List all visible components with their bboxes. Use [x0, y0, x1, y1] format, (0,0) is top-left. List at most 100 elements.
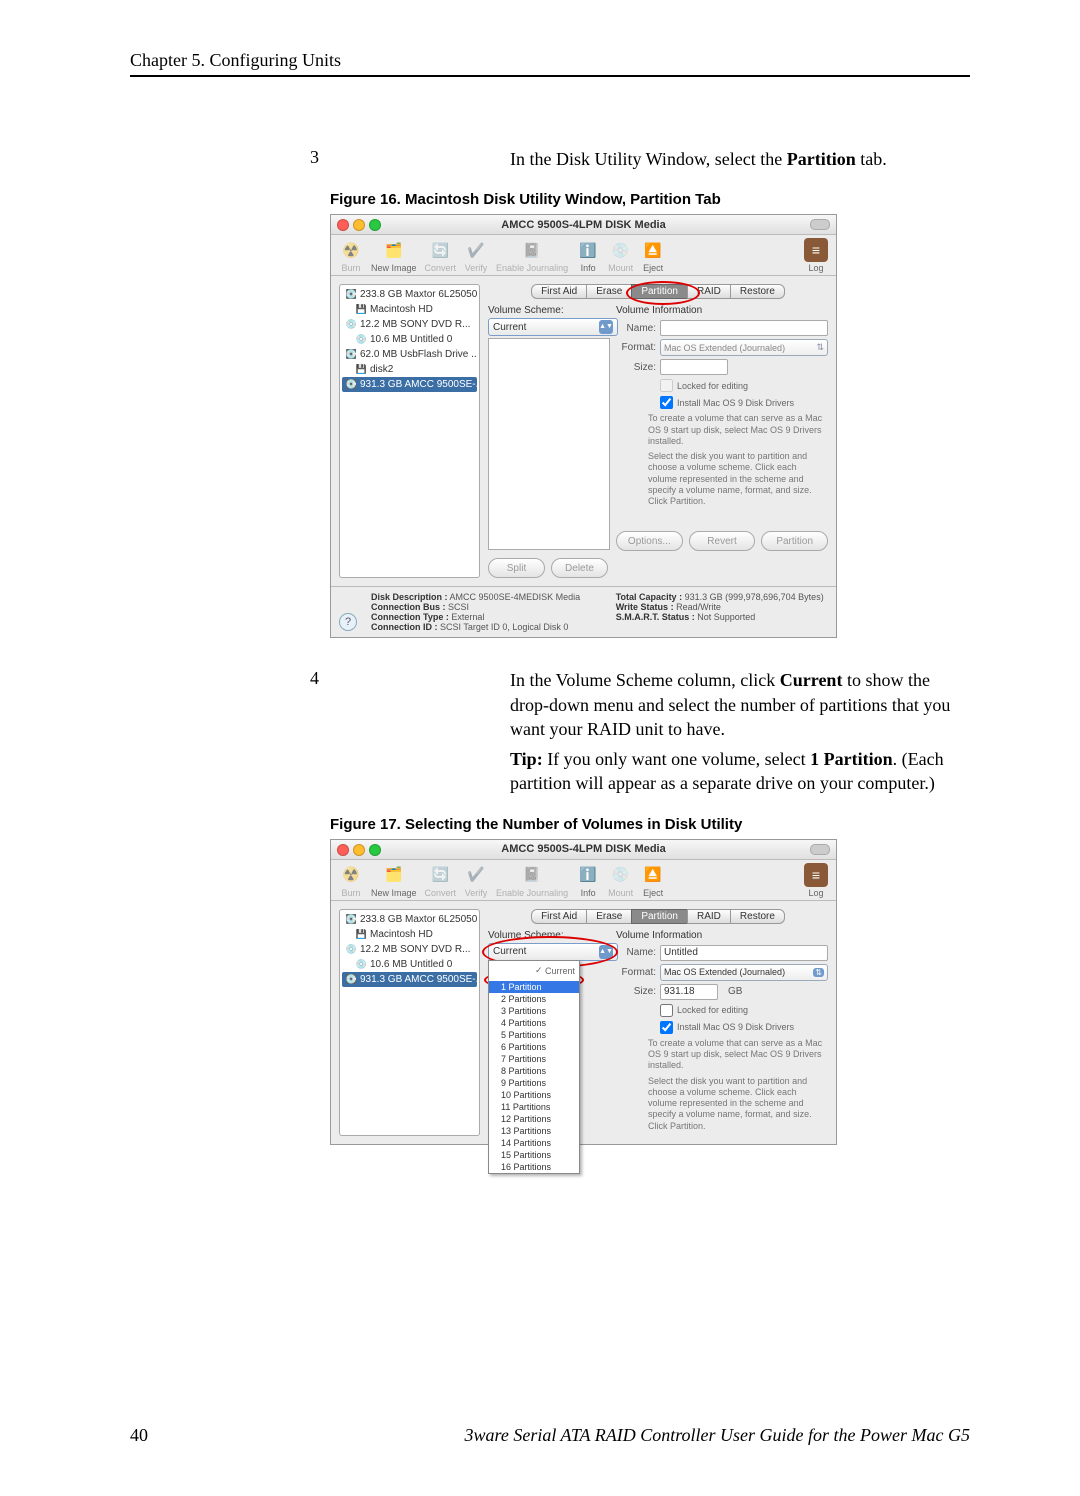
disk-sidebar[interactable]: 💽233.8 GB Maxtor 6L25050 💾Macintosh HD 💿…: [339, 284, 480, 578]
window-titlebar[interactable]: AMCC 9500S-4LPM DISK Media: [331, 840, 836, 860]
scheme-option-13[interactable]: 13 Partitions: [489, 1125, 579, 1137]
sidebar-volume-disk2[interactable]: 💾disk2: [342, 362, 477, 377]
tab-partition[interactable]: Partition: [631, 284, 688, 299]
toolbar-toggle-icon[interactable]: [810, 844, 830, 855]
volume-scheme-select[interactable]: Current ▲▼: [488, 943, 618, 961]
toolbar: ☢️Burn 🗂️New Image 🔄Convert ✔️Verify 📓En…: [331, 860, 836, 901]
toolbar-new-image[interactable]: 🗂️New Image: [371, 863, 417, 898]
scheme-option-8[interactable]: 8 Partitions: [489, 1065, 579, 1077]
toolbar-convert: 🔄Convert: [425, 238, 457, 273]
scheme-option-5[interactable]: 5 Partitions: [489, 1029, 579, 1041]
disk-info-footer: Disk Description : AMCC 9500SE-4MEDISK M…: [331, 586, 836, 637]
tab-erase[interactable]: Erase: [586, 284, 632, 299]
sidebar-volume-macintosh-hd[interactable]: 💾Macintosh HD: [342, 927, 477, 942]
volume-scheme-dropdown[interactable]: Current 1 Partition 2 Partitions 3 Parti…: [488, 960, 580, 1174]
zoom-icon[interactable]: [369, 844, 381, 856]
delete-button: Delete: [551, 558, 608, 578]
sidebar-disk-amcc-selected[interactable]: 💽931.3 GB AMCC 9500SE-...: [342, 377, 477, 392]
tab-first-aid[interactable]: First Aid: [531, 284, 587, 299]
minimize-icon[interactable]: [353, 844, 365, 856]
minimize-icon[interactable]: [353, 219, 365, 231]
scheme-option-16[interactable]: 16 Partitions: [489, 1161, 579, 1173]
toolbar-burn: ☢️Burn: [339, 238, 363, 273]
tab-erase[interactable]: Erase: [586, 909, 632, 924]
toolbar-info[interactable]: ℹ️Info: [576, 238, 600, 273]
step-4-number: 4: [130, 668, 510, 795]
tab-raid[interactable]: RAID: [687, 284, 731, 299]
step-4-body: In the Volume Scheme column, click Curre…: [510, 668, 970, 795]
step-3-body: In the Disk Utility Window, select the P…: [510, 147, 970, 171]
size-field[interactable]: 931.18: [660, 984, 718, 1000]
zoom-icon[interactable]: [369, 219, 381, 231]
volume-scheme-select[interactable]: Current ▲▼: [488, 318, 618, 336]
sidebar-optical-sony[interactable]: 💿12.2 MB SONY DVD R...: [342, 317, 477, 332]
options-button[interactable]: Options...: [616, 531, 683, 551]
toolbar-eject[interactable]: ⏏️Eject: [641, 238, 665, 273]
step-4: 4 In the Volume Scheme column, click Cur…: [130, 668, 970, 795]
size-field[interactable]: [660, 359, 728, 375]
figure16-caption: Figure 16. Macintosh Disk Utility Window…: [330, 191, 970, 208]
tab-restore[interactable]: Restore: [730, 909, 785, 924]
scheme-option-2[interactable]: 2 Partitions: [489, 993, 579, 1005]
scheme-option-3[interactable]: 3 Partitions: [489, 1005, 579, 1017]
tab-partition[interactable]: Partition: [631, 909, 688, 924]
window-title: AMCC 9500S-4LPM DISK Media: [501, 843, 665, 855]
sidebar-usb-flash[interactable]: 💽62.0 MB UsbFlash Drive ...: [342, 347, 477, 362]
scheme-option-current[interactable]: Current: [533, 965, 579, 977]
sidebar-optical-sony[interactable]: 💿12.2 MB SONY DVD R...: [342, 942, 477, 957]
step-3: 3 In the Disk Utility Window, select the…: [130, 147, 970, 171]
format-select[interactable]: Mac OS Extended (Journaled)⇅: [660, 964, 828, 981]
close-icon[interactable]: [337, 844, 349, 856]
scheme-option-14[interactable]: 14 Partitions: [489, 1137, 579, 1149]
volume-scheme-canvas[interactable]: [488, 338, 610, 550]
name-field[interactable]: Untitled: [660, 945, 828, 961]
scheme-option-4[interactable]: 4 Partitions: [489, 1017, 579, 1029]
toolbar-log[interactable]: ≡Log: [804, 863, 828, 898]
page-header: Chapter 5. Configuring Units: [130, 50, 970, 71]
toolbar-info[interactable]: ℹ️Info: [576, 863, 600, 898]
sidebar-disk-amcc-selected[interactable]: 💽931.3 GB AMCC 9500SE-...: [342, 972, 477, 987]
toolbar-log[interactable]: ≡Log: [804, 238, 828, 273]
scheme-option-11[interactable]: 11 Partitions: [489, 1101, 579, 1113]
figure16-disk-utility-window: AMCC 9500S-4LPM DISK Media ☢️Burn 🗂️New …: [330, 214, 837, 638]
sidebar-volume-macintosh-hd[interactable]: 💾Macintosh HD: [342, 302, 477, 317]
toolbar-burn: ☢️Burn: [339, 863, 363, 898]
disk-sidebar[interactable]: 💽233.8 GB Maxtor 6L25050 💾Macintosh HD 💿…: [339, 909, 480, 1136]
tab-bar: First Aid Erase Partition RAID Restore: [488, 284, 828, 299]
scheme-option-12[interactable]: 12 Partitions: [489, 1113, 579, 1125]
scheme-option-9[interactable]: 9 Partitions: [489, 1077, 579, 1089]
scheme-option-10[interactable]: 10 Partitions: [489, 1089, 579, 1101]
step-3-number: 3: [130, 147, 510, 171]
close-icon[interactable]: [337, 219, 349, 231]
toolbar-new-image[interactable]: 🗂️New Image: [371, 238, 417, 273]
scheme-option-6[interactable]: 6 Partitions: [489, 1041, 579, 1053]
size-unit: GB: [728, 986, 742, 997]
scheme-option-15[interactable]: 15 Partitions: [489, 1149, 579, 1161]
sidebar-disk-maxtor[interactable]: 💽233.8 GB Maxtor 6L25050: [342, 287, 477, 302]
chevron-updown-icon: ▲▼: [599, 945, 613, 959]
toolbar-enable-journaling: 📓Enable Journaling: [496, 863, 568, 898]
tab-restore[interactable]: Restore: [730, 284, 785, 299]
tab-first-aid[interactable]: First Aid: [531, 909, 587, 924]
format-select[interactable]: Mac OS Extended (Journaled)⇅: [660, 339, 828, 356]
sidebar-disk-maxtor[interactable]: 💽233.8 GB Maxtor 6L25050: [342, 912, 477, 927]
name-field[interactable]: [660, 320, 828, 336]
partition-instructions: Select the disk you want to partition an…: [648, 451, 828, 507]
window-titlebar[interactable]: AMCC 9500S-4LPM DISK Media: [331, 215, 836, 235]
scheme-option-7[interactable]: 7 Partitions: [489, 1053, 579, 1065]
page-number: 40: [130, 1425, 148, 1446]
scheme-option-1[interactable]: 1 Partition: [489, 981, 579, 993]
volume-scheme-label: Volume Scheme:: [488, 305, 608, 316]
os9-note: To create a volume that can serve as a M…: [648, 1038, 828, 1072]
sidebar-volume-untitled[interactable]: 💿10.6 MB Untitled 0: [342, 332, 477, 347]
tab-raid[interactable]: RAID: [687, 909, 731, 924]
toolbar-eject[interactable]: ⏏️Eject: [641, 863, 665, 898]
sidebar-volume-untitled[interactable]: 💿10.6 MB Untitled 0: [342, 957, 477, 972]
install-os9-checkbox[interactable]: Install Mac OS 9 Disk Drivers: [660, 396, 828, 409]
install-os9-checkbox[interactable]: Install Mac OS 9 Disk Drivers: [660, 1021, 828, 1034]
locked-checkbox[interactable]: Locked for editing: [660, 1004, 828, 1017]
footer-doc-title: 3ware Serial ATA RAID Controller User Gu…: [465, 1425, 970, 1446]
chevron-updown-icon: ⇅: [813, 968, 824, 977]
toolbar-toggle-icon[interactable]: [810, 219, 830, 230]
figure17-caption: Figure 17. Selecting the Number of Volum…: [330, 816, 970, 833]
